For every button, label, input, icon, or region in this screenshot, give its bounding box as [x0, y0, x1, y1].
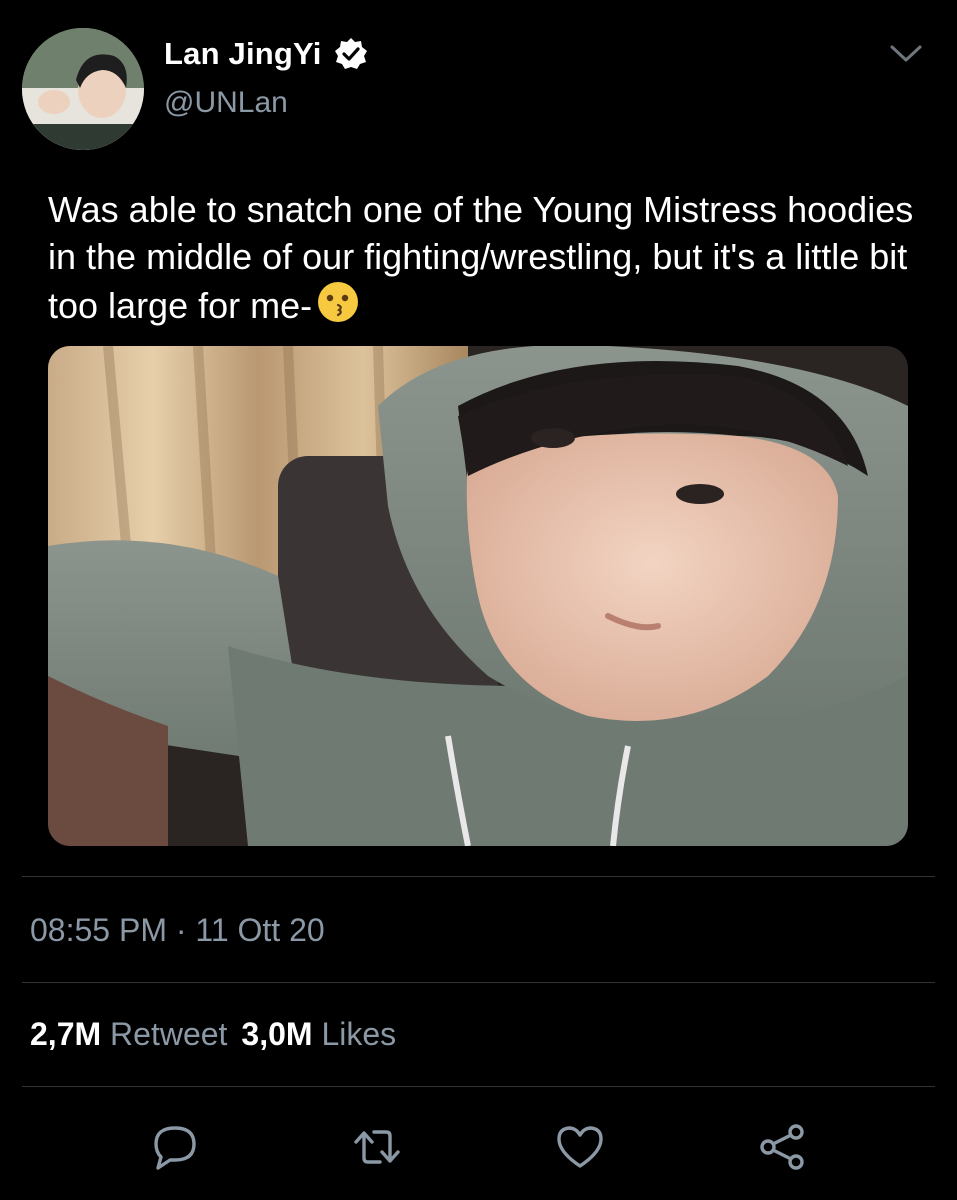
author-row: Lan JingYi [164, 36, 368, 72]
engagement-stats: 2,7M Retweet 3,0M Likes [30, 1016, 396, 1053]
reply-icon[interactable] [148, 1120, 202, 1174]
retweets-stat[interactable]: 2,7M Retweet [30, 1016, 227, 1053]
divider [22, 1086, 935, 1087]
avatar[interactable] [22, 28, 144, 150]
divider [22, 982, 935, 983]
chevron-down-icon[interactable] [889, 42, 923, 66]
user-handle[interactable]: @UNLan [164, 86, 288, 120]
likes-count: 3,0M [241, 1016, 313, 1052]
kissing-face-emoji [316, 280, 360, 335]
photo-illustration [48, 346, 908, 846]
like-icon[interactable] [553, 1120, 607, 1174]
avatar-portrait [22, 28, 144, 150]
retweets-count: 2,7M [30, 1016, 102, 1052]
tweet-timestamp[interactable]: 08:55 PM · 11 Ott 20 [30, 912, 325, 949]
tweet-date: 11 Ott 20 [195, 912, 325, 948]
timestamp-separator: · [175, 912, 187, 948]
display-name[interactable]: Lan JingYi [164, 36, 322, 72]
tweet-photo[interactable] [48, 346, 908, 846]
tweet-text: Was able to snatch one of the Young Mist… [48, 186, 928, 335]
share-icon[interactable] [756, 1120, 810, 1174]
likes-stat[interactable]: 3,0M Likes [241, 1016, 396, 1053]
retweet-icon[interactable] [350, 1120, 404, 1174]
tweet-time: 08:55 PM [30, 912, 167, 948]
retweets-label: Retweet [110, 1016, 228, 1052]
likes-label: Likes [321, 1016, 397, 1052]
verified-badge-icon [334, 37, 368, 71]
divider [22, 876, 935, 877]
tweet-body: Was able to snatch one of the Young Mist… [48, 189, 914, 326]
